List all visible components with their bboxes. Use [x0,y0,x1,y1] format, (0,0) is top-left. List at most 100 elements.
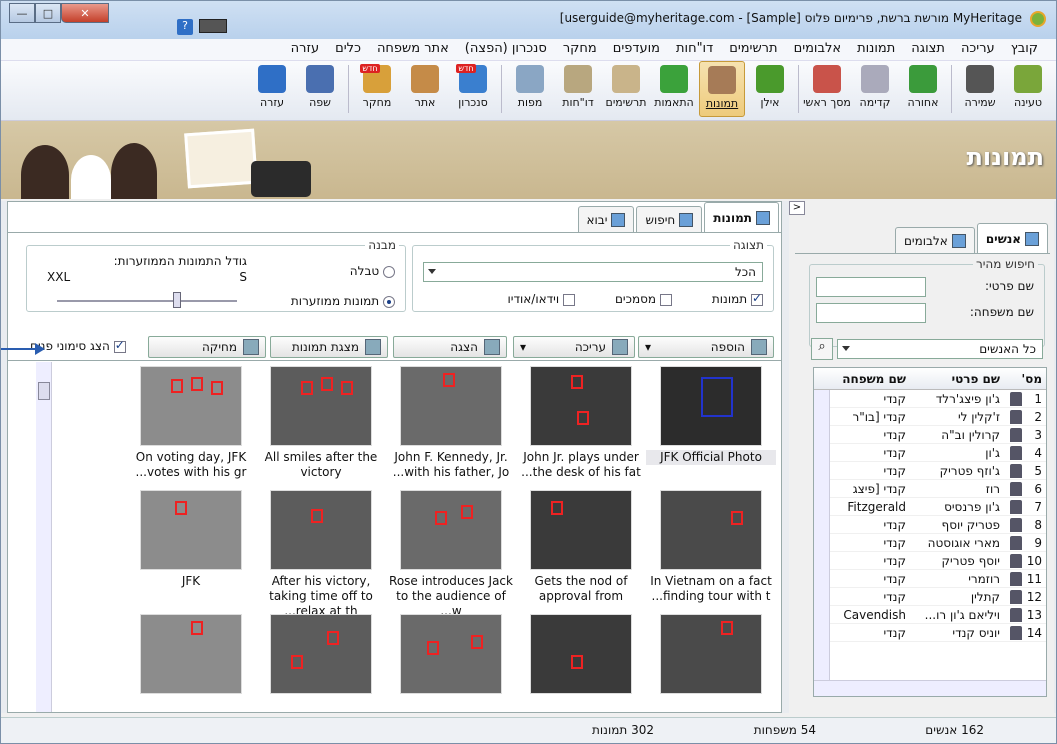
keyboard-icon[interactable] [199,19,227,33]
photo-image [140,490,242,570]
table-row[interactable]: 6 רוז קנדי [פיצג [814,480,1046,498]
photo-thumbnail[interactable] [386,614,516,712]
column-header[interactable]: שם פרטי [910,372,1006,386]
menu-item[interactable]: תצוגה [903,39,953,60]
add-button[interactable]: הוספה ▾ [638,336,774,358]
tab-people[interactable]: אנשים [976,223,1048,253]
photo-thumbnail[interactable]: Gets the nod of approval from [516,490,646,610]
menu-item[interactable]: קובץ [1003,39,1046,60]
toolbar-button[interactable]: שמירה [957,61,1003,117]
table-row[interactable]: 2 ז'קלין לי קנדי [בו"ר [814,408,1046,426]
view-filter-option[interactable]: מסמכים [615,292,672,306]
toolbar-button[interactable]: מסך ראשי [803,61,851,117]
toolbar-button[interactable]: חדש סנכרון [450,61,496,117]
delete-button[interactable]: מחיקה [148,336,266,358]
last-name-input[interactable] [816,303,926,323]
thumbnail-size-slider[interactable] [57,300,237,302]
slideshow-button[interactable]: מצגת תמונות [270,336,388,358]
photo-thumbnail[interactable]: On voting day, JFK votes with his gr... [126,366,256,486]
person-icon [1010,607,1022,622]
toolbar-button[interactable]: התאמות [651,61,697,117]
menu-item[interactable]: דו"חות [668,39,721,60]
people-filter-select[interactable]: כל האנשים [837,339,1043,359]
close-button[interactable]: ✕ [61,3,109,23]
toolbar-button[interactable]: עזרה [249,61,295,117]
table-row[interactable]: 10 יוסף פטריק קנדי [814,552,1046,570]
filter-select[interactable]: הכל [423,262,763,282]
menu-item[interactable]: סנכרון (הפצה) [457,39,555,60]
toolbar-button[interactable]: חדש מחקר [354,61,400,117]
tab-photos[interactable]: תמונות [704,202,779,232]
menu-item[interactable]: מועדפים [605,39,668,60]
toolbar-button[interactable]: שפה [297,61,343,117]
help-icon[interactable]: ? [177,19,193,35]
toolbar-button[interactable]: מפות [507,61,553,117]
tab-albums[interactable]: אלבומים [894,227,975,253]
menu-item[interactable]: אלבומים [786,39,850,60]
menu-item[interactable]: עזרה [283,39,327,60]
slider-handle[interactable] [173,292,181,308]
photo-thumbnail[interactable]: All smiles after the victory [256,366,386,486]
table-row[interactable]: 9 מארי אוגוסטה קנדי [814,534,1046,552]
first-name-input[interactable] [816,277,926,297]
table-row[interactable]: 5 ג'וזף פטריק קנדי [814,462,1046,480]
chevron-down-icon[interactable]: ▾ [645,340,651,354]
photo-thumbnail[interactable]: JFK Official Photo [646,366,776,486]
menu-item[interactable]: מחקר [555,39,605,60]
toolbar-separator [501,65,502,113]
people-scrollbar[interactable] [814,390,830,680]
people-hscrollbar[interactable] [814,680,1046,696]
toolbar-button[interactable]: אתר [402,61,448,117]
tab-search[interactable]: חיפוש [636,206,703,232]
table-row[interactable]: 12 קתלין קנדי [814,588,1046,606]
menu-item[interactable]: כלים [327,39,369,60]
table-row[interactable]: 7 ג'ון פרנסיס Fitzgerald [814,498,1046,516]
table-row[interactable]: 8 פטריק יוסף קנדי [814,516,1046,534]
table-row[interactable]: 11 רוזמרי קנדי [814,570,1046,588]
photo-thumbnail[interactable]: In Vietnam on a fact finding tour with t… [646,490,776,610]
first-name-label: שם פרטי: [984,279,1034,293]
photo-thumbnail[interactable]: John F. Kennedy, Jr. with his father, Jo… [386,366,516,486]
toolbar-button[interactable]: תרשימים [603,61,649,117]
photo-thumbnail[interactable] [516,614,646,712]
view-filter-option[interactable]: וידאו/אודיו [508,292,575,306]
tab-import[interactable]: יבוא [577,206,635,232]
toolbar-button[interactable]: תמונות [699,61,745,117]
search-icon[interactable]: ⌕ [811,338,833,360]
last-name-cell: קנדי [883,445,906,460]
photo-thumbnail[interactable] [256,614,386,712]
table-row[interactable]: 14 יוניס קנדי קנדי [814,624,1046,642]
menu-item[interactable]: תרשימים [721,39,785,60]
photo-thumbnail[interactable]: Rose introduces Jack to the audience of … [386,490,516,618]
toolbar-button[interactable]: דו"חות [555,61,601,117]
menu-item[interactable]: עריכה [953,39,1003,60]
toolbar-button[interactable]: טעינה [1005,61,1051,117]
edit-button[interactable]: עריכה ▾ [513,336,635,358]
photo-thumbnail[interactable]: After his victory, taking time off to re… [256,490,386,618]
photo-thumbnail[interactable]: John Jr. plays under the desk of his fat… [516,366,646,486]
toolbar-button[interactable]: אילן [747,61,793,117]
maximize-button[interactable]: □ [35,3,61,23]
view-filter-option[interactable]: תמונות [712,291,763,306]
table-row[interactable]: 1 ג'ון פיצג'רלד קנדי [814,390,1046,408]
column-header[interactable]: שם משפחה [840,372,910,386]
table-row[interactable]: 13 ויליאם ג'ון רו... Cavendish [814,606,1046,624]
photo-thumbnail[interactable] [646,614,776,712]
photo-thumbnail[interactable] [126,614,256,712]
chevron-down-icon[interactable]: ▾ [520,340,526,354]
toolbar-button-label: אחורה [907,96,939,109]
toolbar-button[interactable]: אחורה [900,61,946,117]
table-radio[interactable]: טבלה [350,264,395,278]
table-row[interactable]: 4 ג'ון קנדי [814,444,1046,462]
collapse-pane-button[interactable]: > [789,201,805,215]
minimize-button[interactable]: — [9,3,35,23]
menu-item[interactable]: אתר משפחה [369,39,457,60]
view-button[interactable]: הצגה [393,336,507,358]
table-row[interactable]: 3 קרולין וב"ה קנדי [814,426,1046,444]
tab-label: אנשים [985,231,1021,246]
thumbnails-radio[interactable]: תמונות ממוזערות [291,294,395,308]
photo-thumbnail[interactable]: JFK [126,490,256,610]
toolbar-button[interactable]: קדימה [852,61,898,117]
column-header[interactable]: מס' [1006,372,1046,386]
menu-item[interactable]: תמונות [849,39,903,60]
